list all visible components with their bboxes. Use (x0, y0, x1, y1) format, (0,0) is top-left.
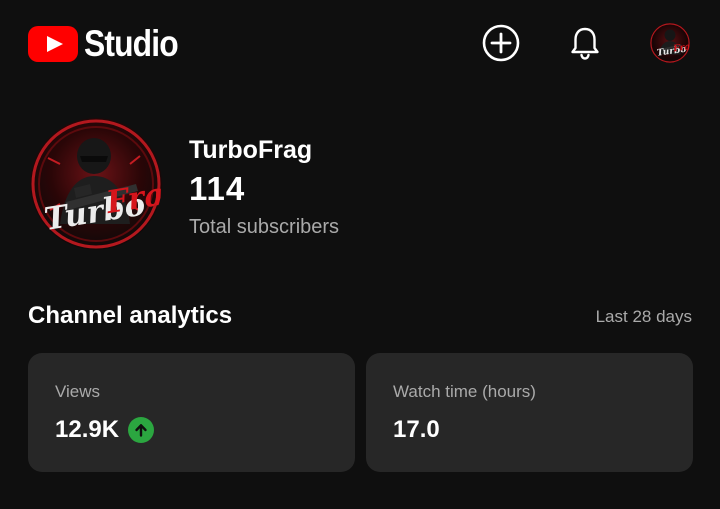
watch-time-card[interactable]: Watch time (hours) 17.0 (366, 353, 693, 472)
channel-avatar-graphic: Turbo Frag (30, 118, 162, 250)
watch-time-label: Watch time (hours) (393, 382, 536, 401)
views-value-row: 12.9K (55, 415, 155, 445)
views-value: 12.9K (55, 416, 120, 443)
notifications-button[interactable] (564, 22, 606, 64)
views-card[interactable]: Views 12.9K (28, 353, 355, 472)
analytics-title: Channel analytics (28, 302, 233, 329)
arrow-up-icon (128, 417, 155, 443)
channel-header: Turbo Frag TurboFrag 114 Total subscribe… (30, 118, 690, 254)
channel-name: TurboFrag (189, 136, 313, 164)
analytics-period[interactable]: Last 28 days (596, 307, 692, 327)
channel-avatar-graphic: Turbo Frag (650, 23, 690, 63)
studio-dashboard: Studio Turbo Frag Turbo Frag TurboFrag 1… (0, 0, 720, 509)
create-button[interactable] (480, 22, 522, 64)
plus-circle-icon (482, 24, 520, 62)
watch-time-value-row: 17.0 (393, 415, 440, 445)
bell-icon (571, 27, 599, 60)
studio-logo[interactable]: Studio (28, 23, 193, 64)
subscriber-count: 114 (189, 170, 246, 207)
avatar: Turbo Frag (650, 23, 690, 63)
views-label: Views (55, 382, 101, 401)
watch-time-value: 17.0 (393, 416, 440, 443)
channel-avatar[interactable]: Turbo Frag (30, 118, 162, 250)
account-button[interactable]: Turbo Frag (649, 22, 691, 64)
youtube-logo-icon (28, 26, 78, 62)
app-name: Studio (84, 23, 179, 64)
subscriber-label: Total subscribers (189, 216, 340, 238)
top-app-bar: Studio Turbo Frag (0, 0, 720, 86)
